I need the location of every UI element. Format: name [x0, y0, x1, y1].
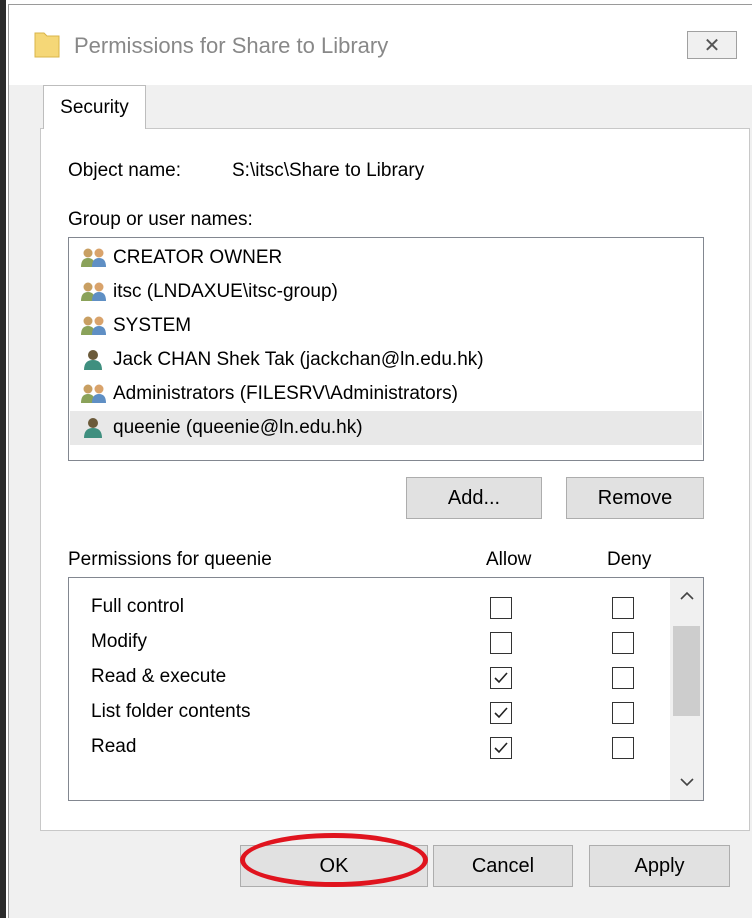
- list-item-label: Jack CHAN Shek Tak (jackchan@ln.edu.hk): [113, 349, 484, 370]
- deny-checkbox[interactable]: [612, 632, 634, 654]
- window-title: Permissions for Share to Library: [74, 33, 389, 58]
- user-icon: [84, 418, 102, 438]
- folder-icon: [34, 32, 60, 58]
- permission-row: Modify: [69, 625, 669, 660]
- allow-checkbox[interactable]: [490, 667, 512, 689]
- permission-label: List folder contents: [91, 701, 251, 722]
- title-bar: Permissions for Share to Library ✕: [9, 5, 752, 85]
- list-item-label: SYSTEM: [113, 315, 192, 336]
- permissions-for-label: Permissions for queenie: [68, 549, 272, 570]
- list-item[interactable]: Jack CHAN Shek Tak (jackchan@ln.edu.hk): [70, 343, 702, 377]
- object-name-label: Object name:: [68, 160, 181, 181]
- remove-button[interactable]: Remove: [566, 477, 704, 519]
- list-item[interactable]: CREATOR OWNER: [70, 241, 702, 275]
- list-item-label: CREATOR OWNER: [113, 247, 283, 268]
- list-item-label: itsc (LNDAXUE\itsc-group): [113, 281, 338, 302]
- deny-checkbox[interactable]: [612, 597, 634, 619]
- add-button[interactable]: Add...: [406, 477, 542, 519]
- user-group-icon: [81, 316, 106, 335]
- list-item-label: queenie (queenie@ln.edu.hk): [113, 417, 363, 438]
- tab-security[interactable]: Security: [43, 85, 146, 129]
- group-user-names-label: Group or user names:: [68, 209, 253, 230]
- group-user-list[interactable]: CREATOR OWNER itsc (LNDAXUE\itsc-group) …: [68, 237, 704, 461]
- object-name-value: S:\itsc\Share to Library: [232, 160, 425, 181]
- scroll-up-button[interactable]: [670, 578, 703, 614]
- user-group-icon: [81, 384, 106, 403]
- user-group-icon: [81, 282, 106, 301]
- permission-label: Full control: [91, 596, 184, 617]
- list-item[interactable]: Administrators (FILESRV\Administrators): [70, 377, 702, 411]
- allow-column-header: Allow: [486, 549, 532, 570]
- list-item-selected[interactable]: queenie (queenie@ln.edu.hk): [70, 411, 702, 445]
- permission-label: Read & execute: [91, 666, 227, 687]
- list-item-label: Administrators (FILESRV\Administrators): [113, 383, 458, 404]
- permission-row: Read: [69, 730, 669, 765]
- ok-button[interactable]: OK: [240, 845, 428, 887]
- deny-checkbox[interactable]: [612, 737, 634, 759]
- scroll-down-button[interactable]: [670, 764, 703, 800]
- allow-checkbox[interactable]: [490, 632, 512, 654]
- allow-checkbox[interactable]: [490, 737, 512, 759]
- deny-checkbox[interactable]: [612, 667, 634, 689]
- close-icon: ✕: [703, 34, 721, 57]
- apply-button[interactable]: Apply: [589, 845, 730, 887]
- background-window-edge: [0, 0, 6, 918]
- security-panel: Object name: S:\itsc\Share to Library Gr…: [40, 128, 750, 831]
- permission-label: Read: [91, 736, 137, 757]
- deny-checkbox[interactable]: [612, 702, 634, 724]
- permission-row: Full control: [69, 590, 669, 625]
- permissions-dialog: Permissions for Share to Library ✕ Secur…: [8, 4, 752, 918]
- scroll-thumb[interactable]: [673, 626, 700, 716]
- permissions-list[interactable]: Full control Modify Read & execute List fol…: [68, 577, 704, 801]
- user-group-icon: [81, 248, 106, 267]
- deny-column-header: Deny: [607, 549, 652, 570]
- list-item[interactable]: itsc (LNDAXUE\itsc-group): [70, 275, 702, 309]
- permission-row: Read & execute: [69, 660, 669, 695]
- permission-label: Modify: [91, 631, 147, 652]
- user-icon: [84, 350, 102, 370]
- permissions-scrollbar[interactable]: [670, 578, 703, 800]
- chevron-up-icon: [679, 591, 694, 600]
- list-item[interactable]: SYSTEM: [70, 309, 702, 343]
- close-button[interactable]: ✕: [687, 31, 737, 59]
- allow-checkbox[interactable]: [490, 702, 512, 724]
- cancel-button[interactable]: Cancel: [433, 845, 573, 887]
- allow-checkbox[interactable]: [490, 597, 512, 619]
- permission-row: List folder contents: [69, 695, 669, 730]
- chevron-down-icon: [679, 778, 694, 787]
